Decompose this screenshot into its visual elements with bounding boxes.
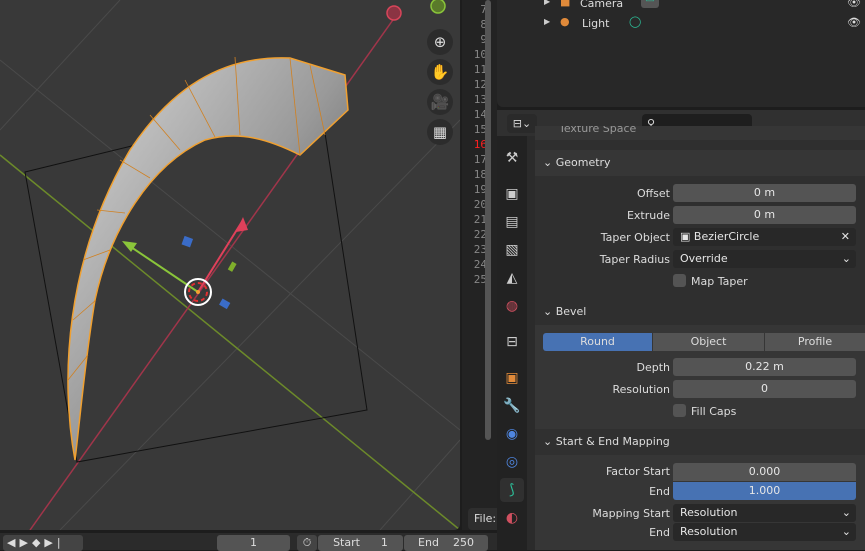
panel-start-end-mapping[interactable]: ⌄ Start & End Mapping — [535, 429, 865, 455]
mapping-end-dropdown[interactable]: Resolution ⌄ — [673, 523, 856, 541]
viewport-scene — [0, 0, 460, 530]
eye-icon[interactable]: 👁 — [847, 16, 861, 29]
mapping-start-dropdown[interactable]: Resolution ⌄ — [673, 504, 856, 522]
outliner-item-light[interactable]: ▶ ● Light ◯ 👁 — [497, 14, 865, 34]
camera-view-icon[interactable]: 🎥 — [427, 89, 453, 115]
map-taper-checkbox[interactable] — [673, 274, 686, 287]
panel-geometry[interactable]: ⌄ Geometry — [535, 150, 865, 176]
scrollbar[interactable] — [485, 0, 491, 440]
light-data-icon[interactable]: ◯ — [629, 15, 641, 28]
bevel-mode-round[interactable]: Round — [543, 333, 652, 351]
start-frame-field[interactable]: Start 1 — [318, 535, 403, 551]
current-frame-field[interactable]: 1 — [217, 535, 290, 551]
zoom-icon[interactable]: ⊕ — [427, 29, 453, 55]
outliner-item-camera[interactable]: ▶ ■ Camera ▭ 👁 — [497, 0, 865, 14]
panel-bevel[interactable]: ⌄ Bevel — [535, 299, 865, 325]
view-layer-icon[interactable]: ▧ — [500, 238, 524, 262]
factor-end-field[interactable]: 1.000 — [673, 482, 856, 500]
expand-arrow-icon[interactable]: ▶ — [544, 17, 550, 26]
taper-radius-dropdown[interactable]: Override ⌄ — [673, 250, 856, 268]
tool-icon[interactable]: ⚒ — [500, 146, 524, 170]
clear-icon[interactable]: ✕ — [841, 228, 850, 246]
bevel-mode-object[interactable]: Object — [653, 333, 764, 351]
render-icon[interactable]: ▣ — [500, 182, 524, 206]
properties-editor[interactable]: ⊟⌄ ⚲ ⚒ ▣ ▤ ▧ ◭ ◍ ⊟ ▣ 🔧 ◉ ◎ ⟆ ◐ Texture S… — [497, 110, 865, 550]
offset-field[interactable]: 0 m — [673, 184, 856, 202]
factor-start-field[interactable]: 0.000 — [673, 463, 856, 481]
text-editor[interactable]: 7 8 9 10 11 12 13 14 15 16 17 18 19 20 21 22 23 24 25 File… — [462, 0, 500, 530]
curve-object-icon: ▣ — [680, 230, 691, 243]
output-icon[interactable]: ▤ — [500, 210, 524, 234]
bevel-mode-selector: Round Object Profile — [543, 333, 865, 351]
particles-icon[interactable]: ◉ — [500, 422, 524, 446]
camera-data-icon[interactable]: ▭ — [641, 0, 659, 8]
file-menu[interactable]: File: — [468, 508, 500, 530]
expand-arrow-icon[interactable]: ▶ — [544, 0, 550, 6]
hand-pan-icon[interactable]: ✋ — [427, 59, 453, 85]
modifier-icon[interactable]: 🔧 — [500, 394, 524, 418]
panel-texture-space[interactable]: Texture Space — [535, 126, 865, 140]
fill-caps-checkbox[interactable] — [673, 404, 686, 417]
chevron-down-icon: ⌄ — [841, 506, 851, 519]
taper-object-field[interactable]: ▣ BezierCircle ✕ — [673, 228, 856, 246]
eye-icon[interactable]: 👁 — [847, 0, 861, 9]
end-frame-field[interactable]: End 250 — [404, 535, 488, 551]
chevron-down-icon: ⌄ — [841, 252, 851, 265]
jump-start-icon[interactable]: ◀ — [7, 536, 19, 549]
keyframe-icon[interactable]: ◆ — [32, 536, 44, 549]
editor-type-icon[interactable]: ⊟⌄ — [507, 114, 537, 133]
playback-controls[interactable]: ◀▶◆▶| — [3, 535, 83, 551]
3d-viewport[interactable]: ⊕ ✋ 🎥 ▦ — [0, 0, 460, 530]
timeline: ◀▶◆▶| 1 ⏱ Start 1 End 250 — [0, 533, 497, 551]
material-icon[interactable]: ◐ — [500, 506, 524, 530]
properties-content: Texture Space ⌄ Geometry Offset 0 m Extr… — [535, 126, 865, 550]
light-icon: ● — [560, 15, 570, 28]
outliner[interactable]: ▶ ■ Camera ▭ 👁 ▶ ● Light ◯ 👁 — [497, 0, 865, 107]
bevel-mode-profile[interactable]: Profile — [765, 333, 865, 351]
jump-end-icon[interactable]: ▶| — [44, 536, 64, 549]
grid-ortho-icon[interactable]: ▦ — [427, 119, 453, 145]
properties-tabs: ⚒ ▣ ▤ ▧ ◭ ◍ ⊟ ▣ 🔧 ◉ ◎ ⟆ ◐ — [497, 136, 527, 550]
resolution-field[interactable]: 0 — [673, 380, 856, 398]
stopwatch-icon[interactable]: ⏱ — [297, 535, 317, 551]
gizmo-x-icon[interactable] — [386, 5, 402, 21]
extrude-field[interactable]: 0 m — [673, 206, 856, 224]
world-icon[interactable]: ◍ — [500, 294, 524, 318]
physics-icon[interactable]: ◎ — [500, 450, 524, 474]
depth-field[interactable]: 0.22 m — [673, 358, 856, 376]
curve-data-icon[interactable]: ⟆ — [500, 478, 524, 502]
gizmo-y-icon[interactable] — [430, 0, 446, 14]
camera-icon: ■ — [560, 0, 571, 8]
play-icon[interactable]: ▶ — [19, 536, 31, 549]
chevron-down-icon: ⌄ — [841, 525, 851, 538]
curve-mesh[interactable] — [67, 57, 349, 461]
object-icon[interactable]: ▣ — [500, 366, 524, 390]
collection-icon[interactable]: ⊟ — [500, 330, 524, 354]
scene-icon[interactable]: ◭ — [500, 266, 524, 290]
